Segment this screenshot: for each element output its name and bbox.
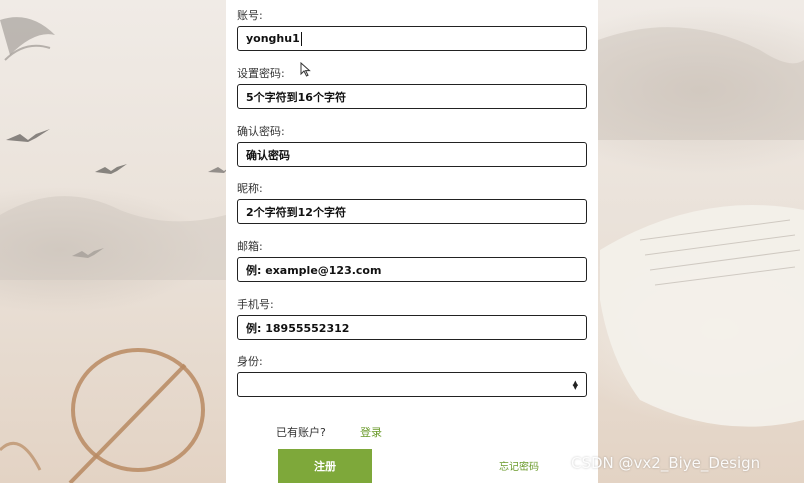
set-password-placeholder: 5个字符到16个字符 bbox=[246, 90, 346, 104]
account-input[interactable]: yonghu1 bbox=[237, 26, 587, 51]
mouse-pointer-icon bbox=[300, 62, 311, 77]
nickname-label: 昵称: bbox=[237, 182, 263, 195]
confirm-password-input[interactable]: 确认密码 bbox=[237, 142, 587, 167]
watermark-text: CSDN @vx2_Biye_Design bbox=[571, 454, 761, 472]
login-link[interactable]: 登录 bbox=[360, 424, 382, 440]
identity-select[interactable]: ▲ ▼ bbox=[237, 372, 587, 397]
login-prompt: 已有账户? 登录 bbox=[276, 424, 382, 440]
register-button[interactable]: 注册 bbox=[278, 449, 372, 483]
account-value: yonghu1 bbox=[246, 32, 300, 45]
confirm-password-placeholder: 确认密码 bbox=[246, 148, 290, 162]
register-form-panel: 账号: yonghu1 设置密码: 5个字符到16个字符 确认密码: 确认密码 … bbox=[226, 0, 598, 483]
have-account-text: 已有账户? bbox=[276, 426, 326, 439]
phone-label: 手机号: bbox=[237, 298, 274, 311]
set-password-label: 设置密码: bbox=[237, 67, 285, 80]
phone-input[interactable]: 例: 18955552312 bbox=[237, 315, 587, 340]
nickname-placeholder: 2个字符到12个字符 bbox=[246, 205, 346, 219]
nickname-input[interactable]: 2个字符到12个字符 bbox=[237, 199, 587, 224]
identity-label: 身份: bbox=[237, 355, 263, 368]
email-label: 邮箱: bbox=[237, 240, 263, 253]
confirm-password-label: 确认密码: bbox=[237, 125, 285, 138]
set-password-input[interactable]: 5个字符到16个字符 bbox=[237, 84, 587, 109]
email-placeholder: 例: example@123.com bbox=[246, 263, 382, 277]
email-input[interactable]: 例: example@123.com bbox=[237, 257, 587, 282]
forgot-password-link[interactable]: 忘记密码 bbox=[499, 458, 539, 473]
account-label: 账号: bbox=[237, 9, 263, 22]
select-arrows-icon: ▲ ▼ bbox=[572, 378, 578, 391]
text-caret bbox=[300, 31, 302, 46]
phone-placeholder: 例: 18955552312 bbox=[246, 321, 350, 335]
